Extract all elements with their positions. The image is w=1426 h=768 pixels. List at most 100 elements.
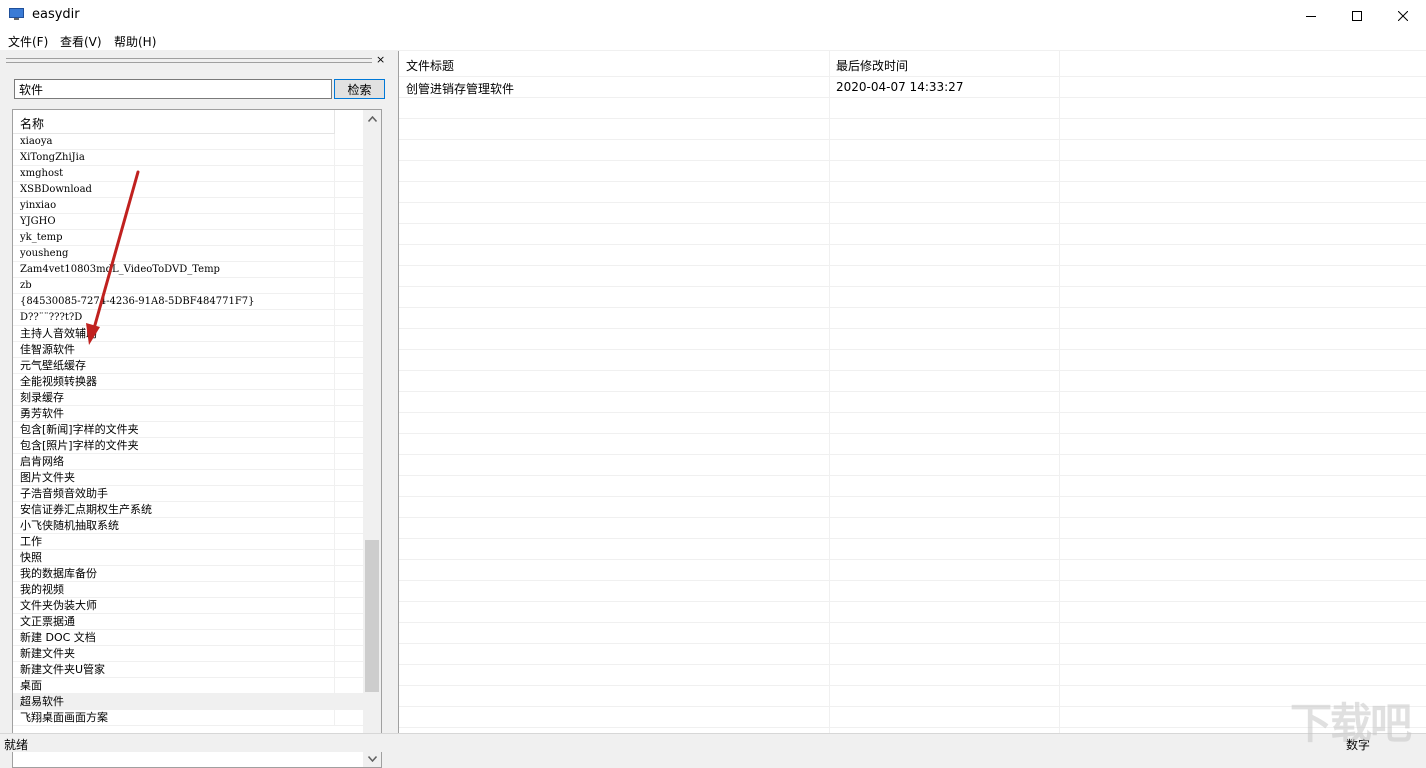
row-divider (334, 358, 335, 374)
grid-header: 文件标题 最后修改时间 (399, 51, 1426, 77)
menu-file[interactable]: 文件(F) (8, 33, 48, 50)
empty-row (399, 266, 1426, 287)
list-item-label: zb (20, 280, 32, 291)
row-divider (334, 438, 335, 454)
list-item[interactable]: 快照 (13, 550, 363, 566)
results-grid[interactable]: 文件标题 最后修改时间 创管进销存管理软件 2020-04-07 14:33:2… (398, 51, 1426, 733)
empty-row (399, 140, 1426, 161)
chevron-down-icon (367, 755, 377, 762)
vertical-scrollbar[interactable] (363, 110, 381, 767)
close-button[interactable] (1380, 0, 1426, 31)
list-item[interactable]: 佳智源软件 (13, 342, 363, 358)
list-item[interactable]: XSBDownload (13, 182, 363, 198)
list-item[interactable]: XiTongZhiJia (13, 150, 363, 166)
list-item[interactable]: xmghost (13, 166, 363, 182)
list-item-label: 新建文件夹 (20, 647, 75, 660)
list-item-label: 我的视频 (20, 583, 64, 596)
empty-row (399, 665, 1426, 686)
list-item[interactable]: 桌面 (13, 678, 363, 694)
column-header-name[interactable]: 名称 (20, 115, 44, 132)
list-item-label: 主持人音效辅助 (20, 327, 97, 340)
list-item-label: yk_temp (20, 232, 63, 243)
list-item[interactable]: 小飞侠随机抽取系统 (13, 518, 363, 534)
list-item-label: 图片文件夹 (20, 471, 75, 484)
list-item-label: 新建文件夹U管家 (20, 663, 106, 676)
list-item-label: 新建 DOC 文档 (20, 631, 96, 644)
row-divider (334, 662, 335, 678)
empty-row (399, 707, 1426, 728)
list-item[interactable]: yk_temp (13, 230, 363, 246)
menu-help[interactable]: 帮助(H) (114, 33, 156, 50)
row-divider (334, 374, 335, 390)
maximize-button[interactable] (1334, 0, 1380, 31)
list-item[interactable]: zb (13, 278, 363, 294)
list-item-label: XSBDownload (20, 184, 92, 195)
empty-row (399, 329, 1426, 350)
list-item[interactable]: 全能视频转换器 (13, 374, 363, 390)
list-item[interactable]: 元气壁纸缓存 (13, 358, 363, 374)
table-row[interactable]: 创管进销存管理软件 2020-04-07 14:33:27 (399, 77, 1426, 98)
list-item[interactable]: YJGHO (13, 214, 363, 230)
list-item[interactable]: Zam4vet10803mdL_VideoToDVD_Temp (13, 262, 363, 278)
status-bar: 就绪 数字 (0, 733, 1426, 752)
row-divider (334, 246, 335, 262)
left-panel: × 检索 名称 xiaoya XiTongZhiJia xmghost XSBDown… (0, 51, 396, 768)
list-item[interactable]: 刻录缓存 (13, 390, 363, 406)
list-item[interactable]: 启肯网络 (13, 454, 363, 470)
list-item-label: 桌面 (20, 679, 42, 692)
list-item[interactable]: 新建 DOC 文档 (13, 630, 363, 646)
list-item-label: {84530085-7274-4236-91A8-5DBF484771F7} (20, 296, 255, 307)
scroll-thumb[interactable] (365, 540, 379, 692)
list-item-label: D??¨¨???t?D (20, 312, 83, 323)
list-item[interactable]: 主持人音效辅助 (13, 326, 363, 342)
app-window: easydir 文件(F) 查看(V) 帮助(H) × 检索 名称 xiaoya… (0, 0, 1426, 768)
list-item[interactable]: yousheng (13, 246, 363, 262)
empty-row (399, 623, 1426, 644)
list-item[interactable]: 新建文件夹 (13, 646, 363, 662)
list-item[interactable]: 安信证券汇点期权生产系统 (13, 502, 363, 518)
row-divider (334, 134, 335, 150)
list-item[interactable]: D??¨¨???t?D (13, 310, 363, 326)
list-item[interactable]: 我的数据库备份 (13, 566, 363, 582)
list-item[interactable]: xiaoya (13, 134, 363, 150)
empty-row (399, 455, 1426, 476)
list-item[interactable]: 文正票据通 (13, 614, 363, 630)
panel-close-icon[interactable]: × (376, 53, 385, 66)
panel-grip[interactable] (6, 58, 372, 63)
row-divider (334, 598, 335, 614)
menu-view[interactable]: 查看(V) (60, 33, 102, 50)
list-item[interactable]: 文件夹伪装大师 (13, 598, 363, 614)
list-item[interactable]: {84530085-7274-4236-91A8-5DBF484771F7} (13, 294, 363, 310)
search-input[interactable] (14, 79, 332, 99)
list-item[interactable]: 新建文件夹U管家 (13, 662, 363, 678)
list-item[interactable]: yinxiao (13, 198, 363, 214)
list-item[interactable]: 我的视频 (13, 582, 363, 598)
empty-row (399, 476, 1426, 497)
list-item[interactable]: 子浩音频音效助手 (13, 486, 363, 502)
empty-row (399, 203, 1426, 224)
list-item[interactable]: 工作 (13, 534, 363, 550)
column-header-title[interactable]: 文件标题 (406, 57, 454, 74)
row-divider (334, 294, 335, 310)
list-item-label: xmghost (20, 168, 64, 179)
folder-list[interactable]: 名称 xiaoya XiTongZhiJia xmghost XSBDownload y… (12, 109, 382, 768)
empty-row (399, 560, 1426, 581)
list-item[interactable]: 图片文件夹 (13, 470, 363, 486)
list-item[interactable]: 超易软件 (13, 694, 363, 710)
scroll-up-arrow[interactable] (363, 110, 381, 127)
list-item[interactable]: 包含[新闻]字样的文件夹 (13, 422, 363, 438)
list-item-label: 小飞侠随机抽取系统 (20, 519, 119, 532)
column-header-modified[interactable]: 最后修改时间 (836, 57, 908, 74)
minimize-button[interactable] (1288, 0, 1334, 31)
list-header[interactable]: 名称 (13, 110, 334, 134)
window-title: easydir (32, 7, 80, 22)
list-item[interactable]: 勇芳软件 (13, 406, 363, 422)
list-item[interactable]: 包含[照片]字样的文件夹 (13, 438, 363, 454)
list-rows: xiaoya XiTongZhiJia xmghost XSBDownload yinx… (13, 134, 363, 726)
search-button[interactable]: 检索 (334, 79, 385, 99)
list-item-label: 全能视频转换器 (20, 375, 97, 388)
list-item[interactable]: 飞翔桌面画面方案 (13, 710, 363, 726)
row-divider (334, 534, 335, 550)
minimize-icon (1306, 15, 1316, 17)
scroll-down-arrow[interactable] (363, 750, 381, 767)
